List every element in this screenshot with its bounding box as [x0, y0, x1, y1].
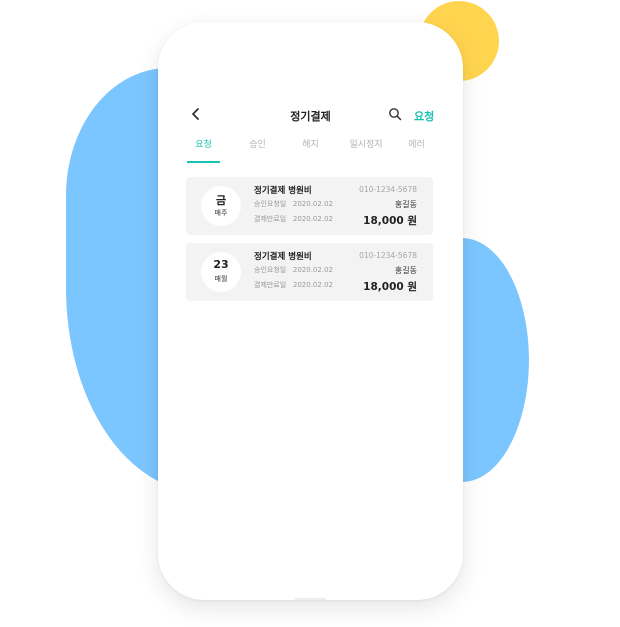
customer-name: 홍길동	[394, 200, 417, 209]
phone-number: 010-1234-5678	[359, 251, 417, 260]
expiry-date-row: 결제만료일 2020.02.02	[254, 280, 333, 290]
phone-number: 010-1234-5678	[359, 185, 417, 194]
customer-name: 홍길동	[394, 266, 417, 275]
search-icon[interactable]	[388, 107, 402, 121]
schedule-cycle: 매주	[214, 209, 228, 217]
payment-card[interactable]: 금 매주 정기결제 병원비 승인요청일 2020.02.02 결제만료일 202…	[186, 177, 433, 235]
schedule-badge: 23 매월	[201, 252, 241, 292]
expiry-date-label: 결제만료일	[254, 281, 287, 289]
tab-approved[interactable]: 승인	[241, 137, 274, 150]
active-tab-indicator	[187, 161, 220, 163]
request-date-label: 승인요청일	[254, 266, 287, 274]
expiry-date-value: 2020.02.02	[292, 215, 333, 223]
schedule-badge: 금 매주	[201, 186, 241, 226]
expiry-date-value: 2020.02.02	[292, 281, 333, 289]
tab-cancelled[interactable]: 해지	[294, 137, 327, 150]
request-date-value: 2020.02.02	[292, 266, 333, 274]
schedule-cycle: 매월	[214, 275, 228, 283]
tab-bar: 요청 승인 해지 일시정지 에러	[187, 137, 433, 163]
tab-error[interactable]: 에러	[400, 137, 433, 150]
request-date-label: 승인요청일	[254, 200, 287, 208]
home-indicator	[295, 598, 326, 600]
card-title: 정기결제 병원비	[254, 252, 312, 262]
request-date-row: 승인요청일 2020.02.02	[254, 265, 333, 275]
expiry-date-label: 결제만료일	[254, 215, 287, 223]
payment-card[interactable]: 23 매월 정기결제 병원비 승인요청일 2020.02.02 결제만료일 20…	[186, 243, 433, 301]
expiry-date-row: 결제만료일 2020.02.02	[254, 214, 333, 224]
request-button[interactable]: 요청	[414, 108, 434, 124]
payment-amount: 18,000 원	[363, 215, 417, 227]
tab-paused[interactable]: 일시정지	[343, 137, 389, 150]
schedule-day: 금	[215, 194, 227, 207]
card-title: 정기결제 병원비	[254, 186, 312, 196]
phone-frame: 정기결제 요청 요청 승인 해지 일시정지 에러 금 매주 정기결제 병원비 승…	[158, 22, 463, 600]
request-date-row: 승인요청일 2020.02.02	[254, 199, 333, 209]
payment-amount: 18,000 원	[363, 281, 417, 293]
request-date-value: 2020.02.02	[292, 200, 333, 208]
app-header: 정기결제 요청	[158, 104, 463, 128]
schedule-day: 23	[213, 258, 229, 271]
tab-request[interactable]: 요청	[187, 137, 220, 150]
